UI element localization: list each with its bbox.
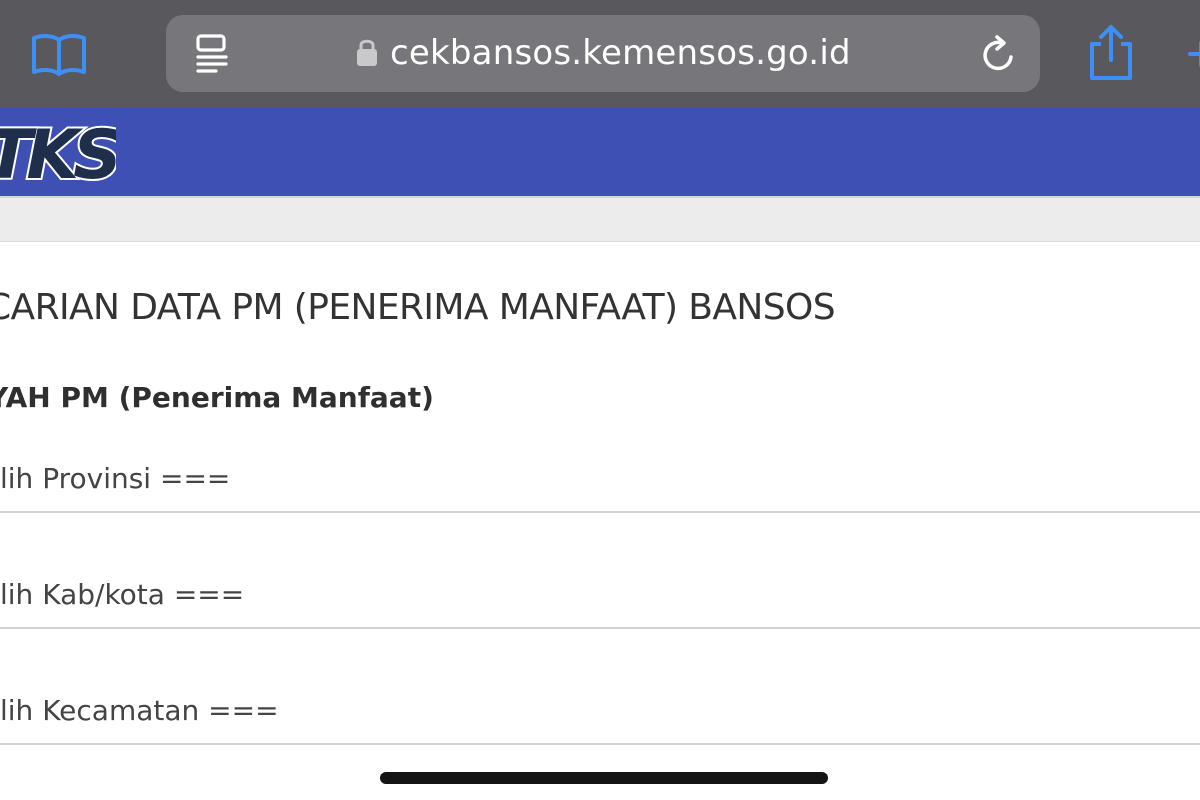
reader-mode-button[interactable] [194, 33, 230, 73]
field-underline [0, 627, 1200, 629]
reload-icon [983, 35, 1013, 71]
home-indicator[interactable] [380, 772, 828, 784]
bookmarks-button[interactable] [30, 30, 88, 78]
lock-icon [356, 37, 378, 67]
kecamatan-select-value: lih Kecamatan === [0, 694, 279, 727]
kecamatan-select[interactable]: lih Kecamatan === [0, 691, 1200, 745]
kabkota-select-value: lih Kab/kota === [0, 578, 245, 611]
reload-button[interactable] [980, 33, 1020, 75]
site-header [0, 108, 1200, 196]
share-button[interactable] [1086, 24, 1136, 82]
site-logo[interactable]: TKS [0, 114, 127, 197]
field-underline [0, 743, 1200, 745]
open-book-icon [32, 33, 86, 76]
field-underline [0, 511, 1200, 513]
svg-text:TKS: TKS [0, 116, 116, 190]
provinsi-select[interactable]: lih Provinsi === [0, 459, 1200, 513]
url-text[interactable]: cekbansos.kemensos.go.id [390, 32, 851, 74]
page-title: CARIAN DATA PM (PENERIMA MANFAAT) BANSOS [0, 287, 836, 328]
browser-toolbar: cekbansos.kemensos.go.id [0, 0, 1200, 108]
provinsi-select-value: lih Provinsi === [0, 462, 231, 495]
reader-mode-icon [196, 34, 228, 73]
plus-icon [1188, 41, 1200, 67]
section-label: YAH PM (Penerima Manfaat) [0, 381, 434, 414]
kabkota-select[interactable]: lih Kab/kota === [0, 575, 1200, 629]
share-icon [1090, 25, 1132, 80]
phone-screen: cekbansos.kemensos.go.id KS CARIAN DATA … [0, 0, 1200, 800]
address-bar[interactable]: cekbansos.kemensos.go.id [166, 15, 1040, 92]
new-tab-button[interactable] [1182, 30, 1200, 78]
header-divider-band [0, 196, 1200, 242]
